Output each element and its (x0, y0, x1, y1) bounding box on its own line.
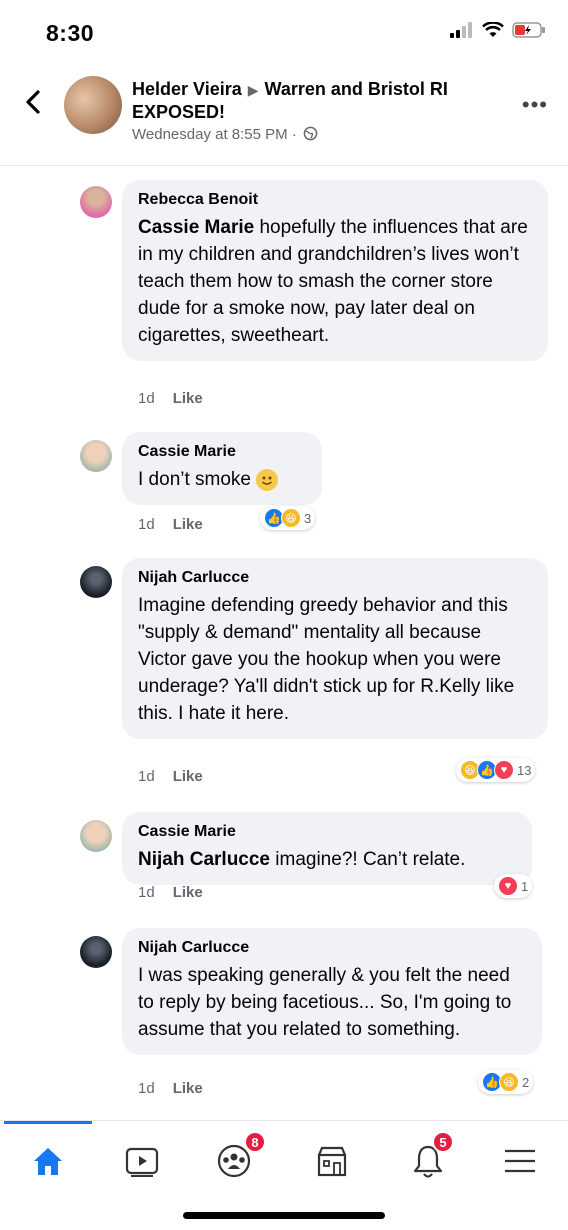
reaction-count: 3 (304, 510, 312, 526)
comment-age: 1d (138, 884, 155, 901)
groups-tab[interactable]: 8 (214, 1131, 266, 1185)
triangle-right-icon: ▶ (247, 82, 259, 98)
home-indicator[interactable] (183, 1212, 385, 1219)
commenter-avatar[interactable] (80, 440, 112, 472)
marketplace-icon[interactable] (312, 1141, 352, 1181)
reaction-summary[interactable]: 😆 👍 ♥ 13 (456, 758, 536, 782)
comment-meta: 1d Like (138, 516, 221, 533)
comment-meta: 1d Like (138, 1080, 221, 1097)
comment-age: 1d (138, 768, 155, 785)
mention-link[interactable]: Nijah Carlucce (138, 849, 270, 870)
status-bar: 8:30 (0, 0, 568, 62)
comment-bubble: Nijah Carlucce I was speaking generally … (122, 928, 542, 1055)
like-button[interactable]: Like (173, 1080, 203, 1097)
like-button[interactable]: Like (173, 390, 203, 407)
status-icons (450, 22, 546, 38)
notifications-tab[interactable]: 5 (408, 1131, 458, 1185)
post-title: Helder Vieira ▶ Warren and Bristol RI EXPO… (132, 78, 512, 123)
post-timestamp: Wednesday at 8:55 PM · (132, 126, 318, 143)
comment-text: Nijah Carlucce imagine?! Can’t relate. (138, 846, 516, 873)
home-icon[interactable] (28, 1141, 68, 1181)
signal-icon (450, 22, 472, 38)
notifications-badge: 5 (432, 1131, 454, 1153)
comment-body: I was speaking generally & you felt the … (138, 965, 512, 1040)
commenter-name[interactable]: Cassie Marie (138, 822, 516, 842)
author-name[interactable]: Helder Vieira (132, 79, 242, 99)
commenter-avatar[interactable] (80, 820, 112, 852)
comment-bubble: Rebecca Benoit Cassie Marie hopefully th… (122, 180, 548, 361)
comment-bubble: Cassie Marie Nijah Carlucce imagine?! Ca… (122, 812, 532, 885)
commenter-name[interactable]: Cassie Marie (138, 442, 306, 462)
active-tab-indicator (4, 1121, 92, 1124)
comment-age: 1d (138, 1080, 155, 1097)
commenter-avatar[interactable] (80, 186, 112, 218)
love-reaction-icon: ♥ (494, 760, 514, 780)
commenter-avatar[interactable] (80, 566, 112, 598)
comment-bubble: Nijah Carlucce Imagine defending greedy … (122, 558, 548, 739)
smiley-emoji-icon (256, 468, 279, 491)
comment-meta: 1d Like (138, 768, 221, 785)
comment-bubble: Cassie Marie I don’t smoke (122, 432, 322, 505)
reaction-summary[interactable]: 👍 😆 3 (260, 506, 316, 530)
comment-text: I was speaking generally & you felt the … (138, 962, 526, 1043)
more-options-icon[interactable]: ••• (522, 92, 548, 118)
menu-icon[interactable] (500, 1141, 540, 1181)
comment-meta: 1d Like (138, 390, 221, 407)
status-time: 8:30 (46, 20, 95, 46)
like-button[interactable]: Like (173, 884, 203, 901)
commenter-name[interactable]: Rebecca Benoit (138, 190, 532, 210)
comment-text: I don’t smoke (138, 466, 306, 493)
love-reaction-icon: ♥ (498, 876, 518, 896)
commenter-name[interactable]: Nijah Carlucce (138, 568, 532, 588)
back-arrow-icon[interactable] (20, 88, 48, 116)
comment-text: Cassie Marie hopefully the influences th… (138, 214, 532, 349)
haha-reaction-icon: 😆 (281, 508, 301, 528)
author-avatar[interactable] (64, 76, 122, 134)
commenter-name[interactable]: Nijah Carlucce (138, 938, 526, 958)
reaction-summary[interactable]: ♥ 1 (494, 874, 533, 898)
like-button[interactable]: Like (173, 516, 203, 533)
haha-reaction-icon: 😆 (499, 1072, 519, 1092)
mention-link[interactable]: Cassie Marie (138, 217, 254, 238)
reaction-count: 1 (521, 878, 529, 894)
groups-badge: 8 (244, 1131, 266, 1153)
wifi-icon (482, 22, 504, 37)
comment-age: 1d (138, 516, 155, 533)
comment-meta: 1d Like (138, 884, 221, 901)
comment-body: Imagine defending greedy behavior and th… (138, 595, 515, 724)
globe-icon (303, 126, 318, 141)
comment-text: Imagine defending greedy behavior and th… (138, 592, 532, 727)
reaction-count: 2 (522, 1074, 530, 1090)
battery-icon (512, 22, 545, 38)
post-header: Helder Vieira ▶ Warren and Bristol RI EXPO… (0, 62, 568, 166)
comment-body: imagine?! Can’t relate. (270, 849, 466, 870)
watch-icon[interactable] (122, 1141, 162, 1181)
reaction-count: 13 (517, 762, 532, 778)
like-button[interactable]: Like (173, 768, 203, 785)
comment-body: I don’t smoke (138, 469, 251, 490)
timestamp-text[interactable]: Wednesday at 8:55 PM · (132, 126, 297, 143)
reaction-summary[interactable]: 👍 😆 2 (478, 1070, 534, 1094)
commenter-avatar[interactable] (80, 936, 112, 968)
comment-age: 1d (138, 390, 155, 407)
